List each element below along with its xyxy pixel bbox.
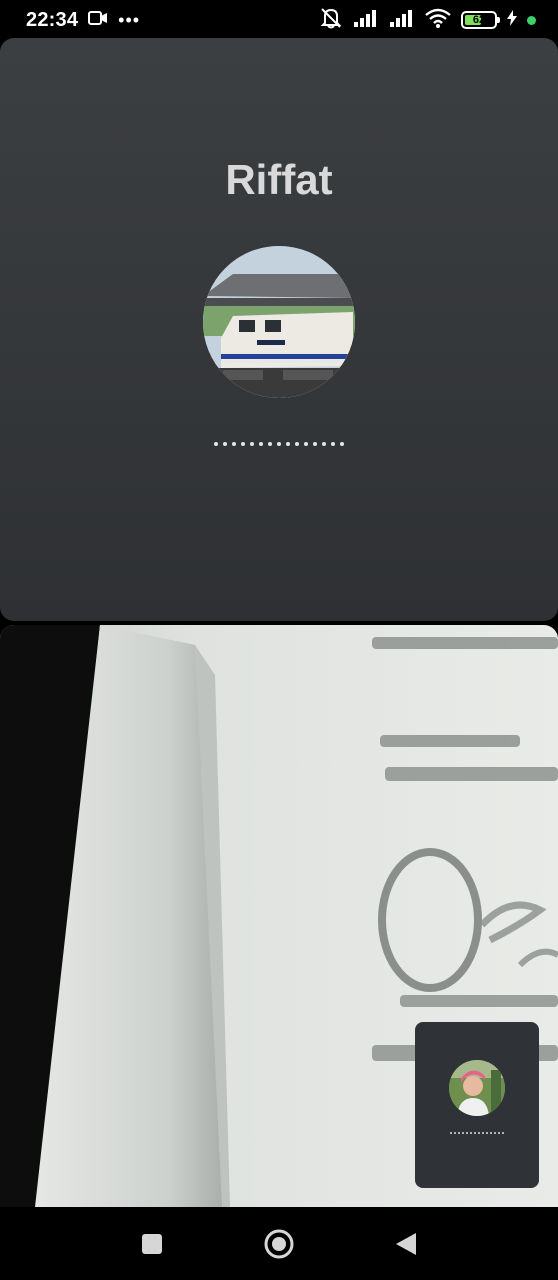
recents-square-icon[interactable]	[139, 1231, 165, 1257]
remote-call-panel[interactable]: Riffat ...............	[0, 38, 558, 621]
silent-bell-icon	[319, 7, 343, 34]
battery-icon: 62	[461, 11, 500, 29]
back-triangle-icon[interactable]	[393, 1231, 419, 1257]
status-overflow-dots: •••	[118, 10, 141, 30]
charging-icon	[507, 9, 517, 31]
signal-icon	[353, 9, 379, 32]
callee-name: Riffat	[225, 156, 333, 203]
contact-avatar	[203, 246, 355, 398]
signal-icon	[389, 9, 415, 32]
home-circle-icon[interactable]	[264, 1229, 294, 1259]
pip-window[interactable]: ..............	[415, 1022, 539, 1188]
pip-avatar	[449, 1060, 505, 1116]
privacy-indicator-dot	[527, 15, 536, 25]
video-recording-icon	[88, 10, 108, 31]
status-bar: 22:34 ••• 62	[0, 0, 558, 40]
navigation-bar	[0, 1207, 558, 1280]
pip-status-dots	[415, 1132, 539, 1134]
battery-percent: 62	[472, 14, 486, 26]
call-status-dots	[0, 442, 558, 446]
status-time: 22:34	[26, 8, 79, 31]
wifi-icon	[425, 8, 451, 33]
video-call-screen: 22:34 ••• 62 Riffat	[0, 0, 558, 1280]
